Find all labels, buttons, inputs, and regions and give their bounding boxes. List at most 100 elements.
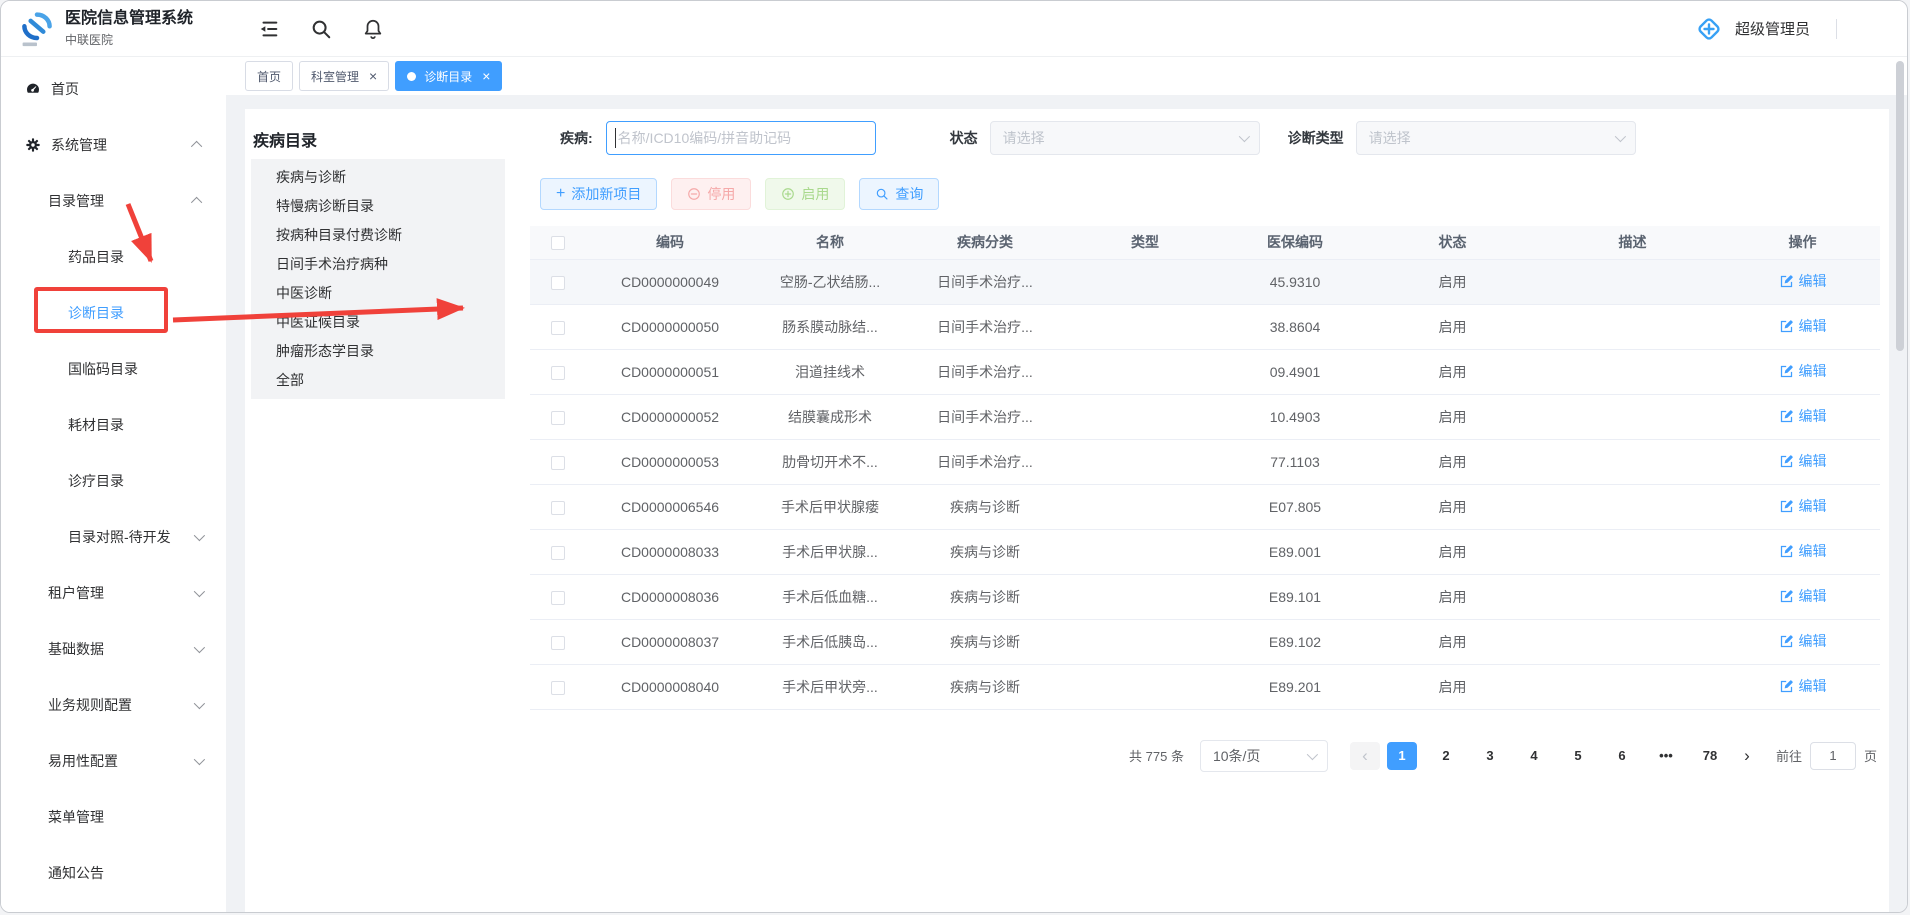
edit-button[interactable]: 编辑 — [1779, 406, 1827, 426]
enable-button[interactable]: 启用 — [765, 178, 845, 210]
page-number[interactable]: ••• — [1651, 742, 1681, 770]
row-checkbox[interactable] — [551, 546, 565, 560]
tab[interactable]: 诊断目录 × — [395, 61, 502, 91]
status-select[interactable]: 请选择 — [990, 121, 1260, 155]
disease-category-item[interactable]: 疾病与诊断 — [251, 163, 505, 192]
disease-category-item[interactable]: 按病种目录付费诊断 — [251, 221, 505, 250]
row-checkbox[interactable] — [551, 636, 565, 650]
sidebar-item[interactable]: 诊疗目录 — [1, 453, 226, 509]
cell-code: CD0000000053 — [585, 439, 755, 484]
cell-code: CD0000006546 — [585, 484, 755, 529]
catalog-content: 疾病: 状态 请选择 诊断类型 — [530, 109, 1889, 912]
select-all-checkbox[interactable] — [551, 236, 565, 250]
disease-search-input[interactable] — [606, 121, 876, 155]
cell-insurance-code: E89.102 — [1225, 619, 1365, 664]
sidebar-item-label: 基础数据 — [48, 639, 104, 659]
disable-button[interactable]: 停用 — [671, 178, 751, 210]
row-checkbox[interactable] — [551, 591, 565, 605]
edit-button[interactable]: 编辑 — [1779, 361, 1827, 381]
page-number[interactable]: 3 — [1475, 742, 1505, 770]
diagnosis-table: 编码 名称 疾病分类 类型 医保编码 状态 描述 操作 — [530, 226, 1880, 710]
page-number[interactable]: 4 — [1519, 742, 1549, 770]
vertical-scrollbar[interactable] — [1896, 61, 1904, 351]
edit-button[interactable]: 编辑 — [1779, 271, 1827, 291]
cell-type — [1065, 574, 1225, 619]
prev-page-button[interactable]: ‹ — [1350, 742, 1380, 770]
page-number[interactable]: 78 — [1695, 742, 1725, 770]
sidebar-item[interactable]: 药品目录 — [1, 229, 226, 285]
bell-icon[interactable] — [362, 18, 384, 40]
sidebar-item[interactable]: 租户管理 — [1, 565, 226, 621]
cell-insurance-code: E89.201 — [1225, 664, 1365, 709]
edit-button[interactable]: 编辑 — [1779, 631, 1827, 651]
tab[interactable]: 首页 — [245, 61, 293, 91]
edit-button[interactable]: 编辑 — [1779, 496, 1827, 516]
sidebar-item[interactable]: 易用性配置 — [1, 733, 226, 789]
row-checkbox[interactable] — [551, 276, 565, 290]
row-checkbox[interactable] — [551, 411, 565, 425]
page-number[interactable]: 2 — [1431, 742, 1461, 770]
cell-description — [1540, 574, 1725, 619]
disease-filter-label: 疾病: — [560, 128, 593, 148]
user-area[interactable]: 超级管理员 — [1695, 15, 1907, 43]
sidebar-item[interactable]: 耗材目录 — [1, 397, 226, 453]
page-number[interactable]: 5 — [1563, 742, 1593, 770]
sidebar-item[interactable]: 目录对照-待开发 — [1, 509, 226, 565]
cell-status: 启用 — [1365, 259, 1540, 304]
disease-category-item[interactable]: 日间手术治疗病种 — [251, 250, 505, 279]
sidebar-item-label: 耗材目录 — [68, 415, 124, 435]
next-page-button[interactable]: › — [1732, 742, 1762, 770]
collapse-menu-icon[interactable] — [258, 18, 280, 40]
query-button[interactable]: 查询 — [859, 178, 939, 210]
disease-category-list: 疾病与诊断 特慢病诊断目录 按病种目录付费诊断 日间手术治疗病种 中医诊断 中医… — [251, 159, 505, 399]
panel-title: 疾病目录 — [253, 127, 530, 151]
search-icon[interactable] — [310, 18, 332, 40]
column-header: 操作 — [1725, 226, 1880, 259]
disease-category-item[interactable]: 特慢病诊断目录 — [251, 192, 505, 221]
edit-button[interactable]: 编辑 — [1779, 541, 1827, 561]
row-checkbox[interactable] — [551, 681, 565, 695]
sidebar-item[interactable]: 目录管理 — [1, 173, 226, 229]
status-filter-label: 状态 — [950, 128, 978, 148]
cell-name: 肠系膜动脉结... — [755, 304, 905, 349]
sidebar-item-label: 首页 — [51, 79, 79, 99]
sidebar-item-home[interactable]: 首页 — [1, 61, 226, 117]
page-size-select[interactable]: 10条/页 — [1200, 740, 1328, 772]
disease-category-item[interactable]: 肿瘤形态学目录 — [251, 337, 505, 366]
goto-page-input[interactable] — [1810, 742, 1856, 770]
edit-icon — [1779, 274, 1794, 289]
cell-code: CD0000000051 — [585, 349, 755, 394]
sidebar-item[interactable]: 菜单管理 — [1, 789, 226, 845]
cell-name: 手术后甲状腺瘘 — [755, 484, 905, 529]
sidebar-item-label: 诊疗目录 — [68, 471, 124, 491]
add-item-button[interactable]: + 添加新项目 — [540, 178, 657, 210]
disease-category-item[interactable]: 中医诊断 — [251, 279, 505, 308]
sidebar-item[interactable]: 业务规则配置 — [1, 677, 226, 733]
cell-status: 启用 — [1365, 349, 1540, 394]
row-checkbox[interactable] — [551, 321, 565, 335]
sidebar-item[interactable]: 诊断目录 — [1, 285, 226, 341]
close-icon[interactable]: × — [482, 69, 490, 83]
text-caret — [615, 128, 616, 148]
diagnosis-type-select[interactable]: 请选择 — [1356, 121, 1636, 155]
user-avatar-icon — [1695, 15, 1723, 43]
page-number[interactable]: 6 — [1607, 742, 1637, 770]
disease-category-item[interactable]: 中医证候目录 — [251, 308, 505, 337]
tab[interactable]: 科室管理 × — [299, 61, 389, 91]
edit-button[interactable]: 编辑 — [1779, 586, 1827, 606]
edit-button[interactable]: 编辑 — [1779, 451, 1827, 471]
row-checkbox[interactable] — [551, 501, 565, 515]
sidebar-item[interactable]: 国临码目录 — [1, 341, 226, 397]
cell-insurance-code: 77.1103 — [1225, 439, 1365, 484]
edit-button[interactable]: 编辑 — [1779, 316, 1827, 336]
disease-category-item[interactable]: 全部 — [251, 366, 505, 395]
edit-button[interactable]: 编辑 — [1779, 676, 1827, 696]
sidebar-item-system[interactable]: 系统管理 — [1, 117, 226, 173]
table-row: CD0000008036 手术后低血糖... 疾病与诊断 E89.101 启用 — [530, 574, 1880, 619]
row-checkbox[interactable] — [551, 456, 565, 470]
page-number[interactable]: 1 — [1387, 742, 1417, 770]
sidebar-item[interactable]: 通知公告 — [1, 845, 226, 901]
close-icon[interactable]: × — [369, 69, 377, 83]
sidebar-item[interactable]: 基础数据 — [1, 621, 226, 677]
row-checkbox[interactable] — [551, 366, 565, 380]
